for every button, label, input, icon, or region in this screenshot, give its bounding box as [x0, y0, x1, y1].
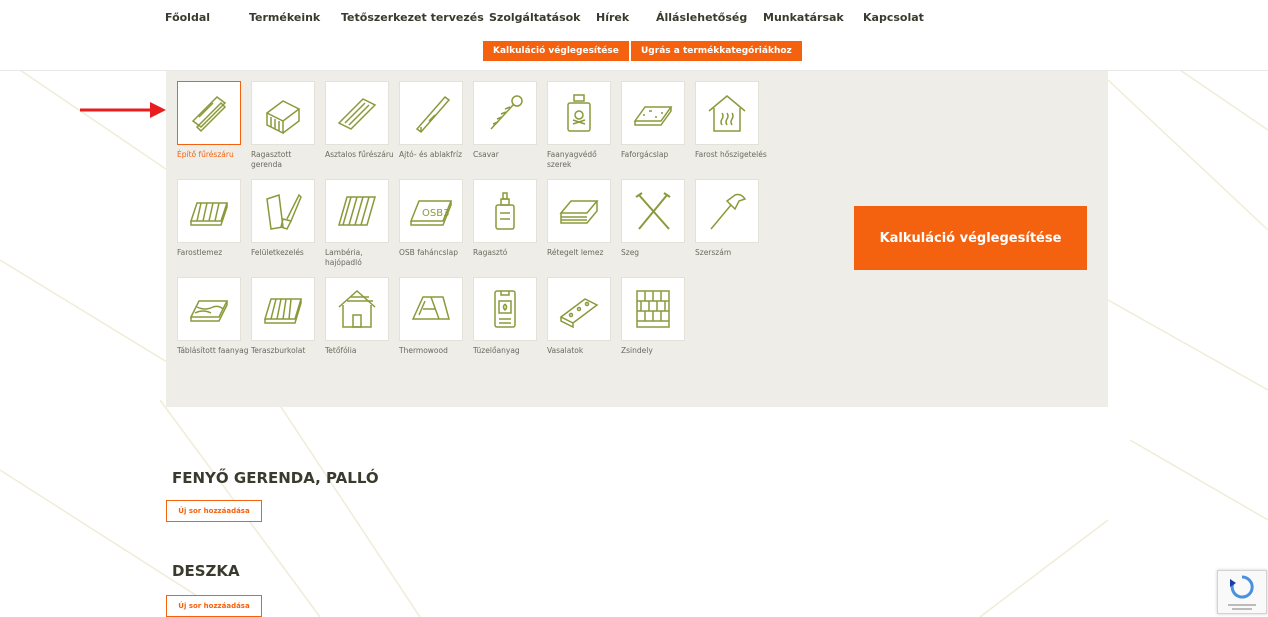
- nails-icon: [635, 192, 671, 230]
- add-row-button[interactable]: Új sor hozzáadása: [166, 500, 262, 522]
- finalize-calculation-button[interactable]: Kalkuláció véglegesítése: [483, 41, 629, 61]
- svg-text:OSB3: OSB3: [422, 208, 449, 219]
- thermowood-icon: [411, 296, 450, 320]
- panel-wood-icon: [189, 300, 229, 322]
- category-tile[interactable]: Csavar: [473, 81, 537, 160]
- category-tile[interactable]: Zsindely: [621, 277, 685, 356]
- section-title-fenyo: FENYŐ GERENDA, PALLÓ: [172, 469, 379, 487]
- category-tile[interactable]: Faforgácslap: [621, 81, 685, 160]
- category-tile[interactable]: Faanyagvédő szerek: [547, 81, 611, 170]
- category-tile[interactable]: Felületkezelés: [251, 179, 315, 258]
- category-tile[interactable]: Szerszám: [695, 179, 759, 258]
- add-row-button[interactable]: Új sor hozzáadása: [166, 595, 262, 617]
- nav-item-hirek[interactable]: Hírek: [596, 11, 629, 24]
- category-tile[interactable]: Tüzelőanyag: [473, 277, 537, 356]
- category-tile[interactable]: Tetőfólia: [325, 277, 389, 356]
- glued-beam-icon: [265, 100, 301, 135]
- category-tile[interactable]: Ragasztó: [473, 179, 537, 258]
- arrow-annotation-icon: [80, 102, 166, 118]
- recaptcha-badge[interactable]: [1217, 570, 1267, 614]
- joinery-lumber-icon: [337, 98, 377, 130]
- osb-board-icon: OSB3: [409, 200, 453, 226]
- category-tile[interactable]: Ajtó- és ablakfríz: [399, 81, 463, 160]
- category-tile[interactable]: Táblásított faanyag: [177, 277, 249, 356]
- frieze-icon: [415, 95, 451, 134]
- category-tile[interactable]: Farost hőszigetelés: [695, 81, 767, 160]
- shingle-icon: [636, 290, 670, 328]
- paint-brush-icon: [266, 193, 302, 230]
- lumber-icon: [191, 96, 227, 133]
- category-tile[interactable]: Lambéria, hajópadló: [325, 179, 389, 268]
- insulation-house-icon: [708, 95, 746, 132]
- screw-icon: [490, 95, 523, 130]
- panelling-icon: [338, 196, 376, 226]
- glue-bottle-icon: [495, 192, 515, 230]
- nav-item-tetoszerkezet[interactable]: Tetőszerkezet tervezés: [341, 11, 484, 24]
- recaptcha-icon: [1228, 575, 1256, 610]
- category-tile[interactable]: Asztalos fűrészáru: [325, 81, 394, 160]
- nav-item-szolgaltatasok[interactable]: Szolgáltatások: [489, 11, 581, 24]
- jump-to-categories-button[interactable]: Ugrás a termékkategóriákhoz: [631, 41, 802, 61]
- fiberboard-icon: [189, 202, 229, 226]
- nav-item-fooldal[interactable]: Főoldal: [165, 11, 210, 24]
- plywood-icon: [559, 200, 599, 224]
- category-tile[interactable]: Rétegelt lemez: [547, 179, 611, 258]
- poison-bottle-icon: [567, 94, 591, 132]
- stove-icon: [494, 290, 516, 328]
- category-tile[interactable]: Vasalatok: [547, 277, 611, 356]
- category-tile[interactable]: Teraszburkolat: [251, 277, 315, 356]
- nav-item-allaslehetoseg[interactable]: Álláslehetőség: [656, 11, 747, 24]
- category-tile[interactable]: OSB3 OSB faháncslap: [399, 179, 463, 258]
- nav-item-munkatarsak[interactable]: Munkatársak: [763, 11, 844, 24]
- decking-icon: [263, 298, 303, 324]
- top-navigation: Főoldal Termékeink Tetőszerkezet tervezé…: [0, 0, 1268, 71]
- category-tile[interactable]: Farostlemez: [177, 179, 241, 258]
- finalize-calculation-big-button[interactable]: Kalkuláció véglegesítése: [854, 206, 1087, 270]
- nav-item-kapcsolat[interactable]: Kapcsolat: [863, 11, 924, 24]
- category-tile[interactable]: Építő fűrészáru: [177, 81, 241, 160]
- category-tile[interactable]: Szeg: [621, 179, 685, 258]
- nav-item-termekeink[interactable]: Termékeink: [249, 11, 320, 24]
- bracket-icon: [559, 298, 599, 329]
- hammer-icon: [710, 193, 747, 230]
- category-tile[interactable]: Thermowood: [399, 277, 463, 356]
- category-tile[interactable]: Ragasztott gerenda: [251, 81, 315, 170]
- roof-foil-icon: [338, 289, 376, 328]
- section-title-deszka: DESZKA: [172, 562, 240, 580]
- chipboard-icon: [633, 106, 673, 126]
